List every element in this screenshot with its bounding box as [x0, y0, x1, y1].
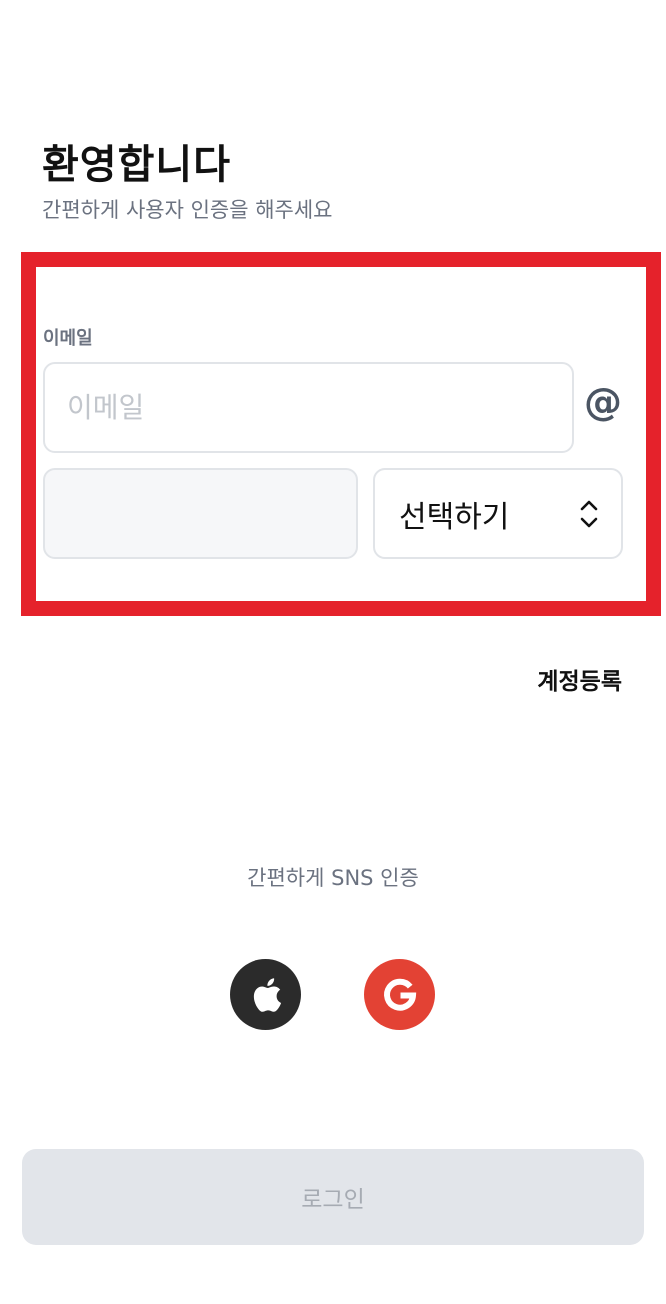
chevron-up-down-icon [580, 500, 598, 527]
page-subtitle: 간편하게 사용자 인증을 해주세요 [42, 198, 333, 222]
email-label: 이메일 [43, 328, 93, 349]
register-account-link[interactable]: 계정등록 [537, 662, 622, 696]
apple-login-button[interactable] [230, 959, 301, 1030]
sns-caption: 간편하게 SNS 인증 [247, 866, 419, 890]
email-domain-input[interactable] [43, 468, 358, 559]
login-screen: 환영합니다 간편하게 사용자 인증을 해주세요 이메일 @ 선택하기 계정등록 … [0, 0, 666, 1304]
apple-icon [253, 977, 281, 1012]
email-id-input[interactable] [43, 362, 574, 453]
at-sign: @ [584, 380, 622, 424]
google-icon [383, 978, 416, 1011]
login-button[interactable]: 로그인 [22, 1149, 644, 1245]
google-login-button[interactable] [364, 959, 435, 1030]
page-title: 환영합니다 [42, 142, 231, 188]
domain-select-label: 선택하기 [399, 499, 510, 535]
domain-select[interactable]: 선택하기 [373, 468, 623, 559]
